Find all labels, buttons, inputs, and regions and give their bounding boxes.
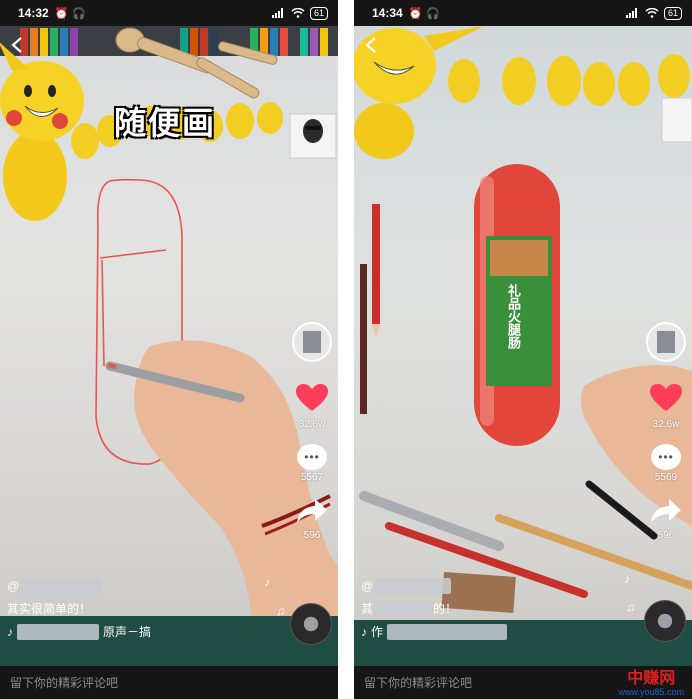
wifi-icon	[291, 8, 305, 18]
heart-icon	[650, 384, 682, 411]
music-info[interactable]: ♪ 原声－搞	[7, 623, 151, 640]
music-note-icon: ♪	[624, 572, 630, 586]
music-redacted	[17, 623, 99, 640]
like-count: 32.6w	[652, 419, 680, 430]
handle-prefix: @	[361, 579, 374, 593]
comment-bubble-icon: •••	[658, 450, 674, 464]
caption-redacted	[375, 601, 432, 616]
phone-screen-right: 14:34 ⏰ 🎧 61 礼品火腿肠 32.6w ••• 5569 596 ♪ …	[354, 0, 692, 699]
phone-screen-left: 14:32 ⏰ 🎧 61 随便画 32.6w ••• 5567 596 ♪ ♫ …	[0, 0, 338, 699]
handle-redacted	[21, 578, 102, 594]
profile-sticker	[661, 97, 692, 143]
action-rail: 32.6w ••• 5569 596	[646, 322, 686, 541]
video-frame[interactable]: 随便画	[0, 26, 338, 666]
like-count: 32.6w	[298, 419, 326, 430]
video-overlay-title: 随便画	[114, 105, 217, 141]
avatar-placeholder	[657, 331, 675, 353]
share-button[interactable]	[297, 499, 327, 528]
comment-button[interactable]: •••	[651, 444, 681, 470]
watermark-url: www.you85.com	[618, 687, 684, 697]
comment-placeholder: 留下你的精彩评论吧	[364, 676, 473, 690]
comment-count: 5567	[300, 472, 324, 483]
video-caption-area: @ 其实很简单的！ ♪ 原声－搞	[7, 578, 151, 640]
caption-text: 其实很简单的！	[7, 602, 92, 616]
creator-handle[interactable]: @	[7, 578, 151, 594]
handle-prefix: @	[7, 579, 20, 593]
creator-handle[interactable]: @	[361, 578, 507, 594]
video-caption-area: @ 其 的！ ♪ 作	[361, 578, 508, 640]
alarm-icon: ⏰	[54, 7, 69, 20]
comment-input-bar[interactable]: 留下你的精彩评论吧	[0, 666, 338, 699]
tiktok-note-icon: ♪	[7, 624, 13, 639]
music-note-icon: ♫	[276, 604, 285, 618]
heart-icon	[296, 384, 328, 411]
tiktok-note-icon: ♪	[361, 624, 367, 639]
comment-count: 5569	[654, 472, 678, 483]
status-time: 14:34	[372, 6, 403, 20]
share-arrow-icon	[651, 499, 681, 523]
back-button[interactable]	[364, 36, 378, 60]
like-button[interactable]	[650, 384, 682, 417]
music-note-icon: ♫	[626, 600, 635, 614]
video-frame[interactable]: 礼品火腿肠	[354, 26, 692, 666]
caption-suffix: 的！	[433, 602, 458, 616]
headphones-icon: 🎧	[426, 7, 441, 20]
music-note-icon: ♪	[264, 575, 270, 589]
like-button[interactable]	[296, 384, 328, 417]
music-text: 原声－搞	[103, 625, 152, 639]
status-bar: 14:34 ⏰ 🎧 61	[354, 0, 692, 26]
pikachu-figures-row	[448, 54, 690, 106]
chevron-left-icon	[365, 37, 376, 53]
music-redacted	[387, 623, 508, 640]
sausage-label-text: 礼品火腿肠	[506, 284, 521, 349]
brown-pencil	[360, 264, 367, 414]
back-button[interactable]	[10, 36, 24, 60]
signal-icon	[625, 8, 637, 18]
comment-placeholder: 留下你的精彩评论吧	[10, 676, 119, 690]
watermark-title: 中赚网	[627, 670, 676, 687]
share-count: 596	[303, 530, 321, 541]
avatar-placeholder	[303, 331, 321, 353]
music-text: 作	[371, 625, 384, 639]
action-rail: 32.6w ••• 5567 596	[292, 322, 332, 541]
drawing-scene	[354, 26, 692, 666]
status-time: 14:32	[18, 6, 49, 20]
share-arrow-icon	[297, 499, 327, 523]
creator-avatar[interactable]	[292, 322, 332, 362]
creator-avatar[interactable]	[646, 322, 686, 362]
share-button[interactable]	[651, 499, 681, 528]
status-bar: 14:32 ⏰ 🎧 61	[0, 0, 338, 26]
music-disc[interactable]	[644, 600, 686, 642]
share-count: 596	[657, 530, 675, 541]
battery-indicator: 61	[309, 6, 328, 20]
caption-text: 其 的！	[361, 600, 507, 617]
handle-redacted	[375, 578, 452, 594]
caption-prefix: 其	[361, 602, 374, 616]
music-disc[interactable]	[290, 603, 332, 645]
wifi-icon	[645, 8, 659, 18]
red-pencil	[372, 204, 380, 324]
music-info[interactable]: ♪ 作	[361, 623, 508, 640]
comment-button[interactable]: •••	[297, 444, 327, 470]
comment-bubble-icon: •••	[304, 450, 320, 464]
battery-indicator: 61	[663, 6, 682, 20]
pikachu-figure-large	[0, 42, 84, 221]
headphones-icon: 🎧	[72, 7, 87, 20]
alarm-icon: ⏰	[408, 7, 423, 20]
chevron-left-icon	[11, 37, 22, 53]
site-watermark: 中赚网 www.you85.com	[618, 670, 684, 698]
signal-icon	[271, 8, 283, 18]
